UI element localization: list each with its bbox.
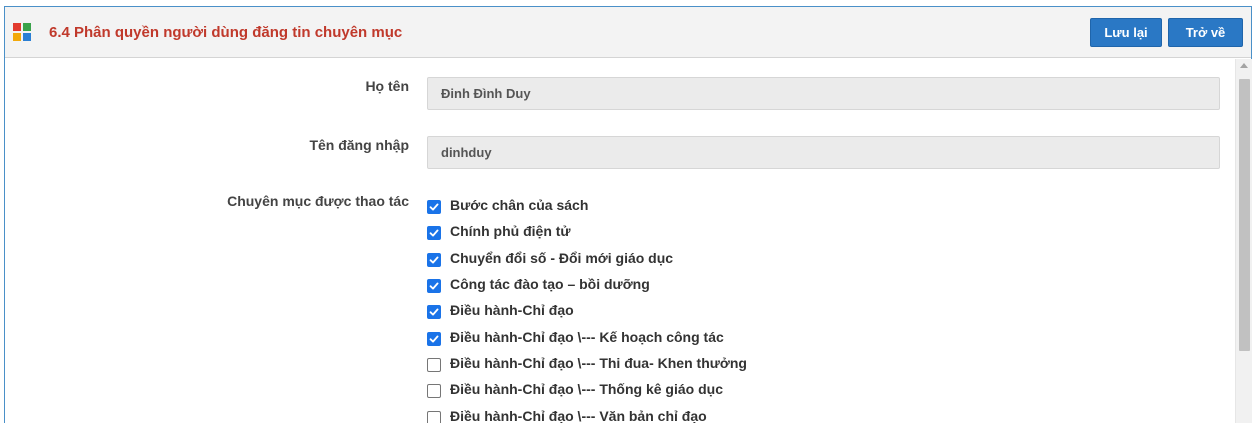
panel-header: 6.4 Phân quyền người dùng đăng tin chuyê…: [5, 7, 1251, 58]
category-checkbox[interactable]: [427, 384, 441, 399]
back-button[interactable]: Trở về: [1168, 18, 1243, 47]
category-checkbox[interactable]: [427, 410, 441, 423]
page-title: 6.4 Phân quyền người dùng đăng tin chuyê…: [49, 24, 403, 41]
category-label: Chuyển đổi số - Đổi mới giáo dục: [450, 249, 674, 266]
category-checkbox[interactable]: [427, 357, 441, 372]
fullname-label: Họ tên: [365, 78, 409, 94]
category-item[interactable]: Công tác đào tạo – bồi dưỡng: [427, 271, 747, 297]
category-item[interactable]: Chuyển đổi số - Đổi mới giáo dục: [427, 245, 747, 271]
category-item[interactable]: Bước chân của sách: [427, 192, 747, 218]
fullname-field[interactable]: Đinh Đình Duy: [427, 77, 1220, 110]
category-checkbox[interactable]: [427, 252, 441, 267]
category-item[interactable]: Điều hành-Chỉ đạo \--- Thi đua- Khen thư…: [427, 350, 747, 376]
category-label: Điều hành-Chỉ đạo \--- Kế hoạch công tác: [450, 328, 724, 345]
category-list: Bước chân của sách Chính phủ điện tử Chuyể…: [427, 192, 747, 423]
username-field[interactable]: dinhduy: [427, 136, 1220, 169]
form-content: Họ tên Đinh Đình Duy Tên đăng nhập dinhd…: [5, 59, 1235, 423]
category-item[interactable]: Chính phủ điện tử: [427, 218, 747, 244]
category-item[interactable]: Điều hành-Chỉ đạo \--- Kế hoạch công tác: [427, 323, 747, 349]
category-label: Điều hành-Chỉ đạo \--- Văn bản chỉ đạo: [450, 407, 707, 423]
category-item[interactable]: Điều hành-Chỉ đạo \--- Thống kê giáo dục: [427, 376, 747, 402]
categories-label: Chuyên mục được thao tác: [227, 193, 409, 209]
checkmark-icon: [429, 282, 439, 290]
category-item[interactable]: Điều hành-Chỉ đạo \--- Văn bản chỉ đạo: [427, 402, 747, 423]
checkmark-icon: [429, 229, 439, 237]
checkmark-icon: [429, 308, 439, 316]
checkmark-icon: [429, 256, 439, 264]
category-item[interactable]: Điều hành-Chỉ đạo: [427, 297, 747, 323]
vertical-scrollbar[interactable]: [1235, 59, 1252, 423]
category-checkbox[interactable]: [427, 200, 441, 215]
category-checkbox[interactable]: [427, 305, 441, 320]
category-label: Điều hành-Chỉ đạo \--- Thống kê giáo dục: [450, 381, 723, 398]
scroll-up-arrow-icon[interactable]: [1240, 63, 1248, 68]
scrollbar-thumb[interactable]: [1239, 79, 1250, 351]
category-label: Điều hành-Chỉ đạo \--- Thi đua- Khen thư…: [450, 354, 747, 371]
app-grid-icon: [13, 23, 31, 41]
category-label: Chính phủ điện tử: [450, 223, 571, 240]
category-checkbox[interactable]: [427, 226, 441, 241]
checkmark-icon: [429, 335, 439, 343]
category-label: Công tác đào tạo – bồi dưỡng: [450, 276, 650, 293]
category-checkbox[interactable]: [427, 279, 441, 294]
permission-panel: 6.4 Phân quyền người dùng đăng tin chuyê…: [4, 6, 1252, 423]
category-checkbox[interactable]: [427, 331, 441, 346]
category-label: Bước chân của sách: [450, 197, 589, 214]
username-label: Tên đăng nhập: [309, 137, 409, 153]
checkmark-icon: [429, 203, 439, 211]
save-button[interactable]: Lưu lại: [1090, 18, 1162, 47]
category-label: Điều hành-Chỉ đạo: [450, 302, 574, 319]
